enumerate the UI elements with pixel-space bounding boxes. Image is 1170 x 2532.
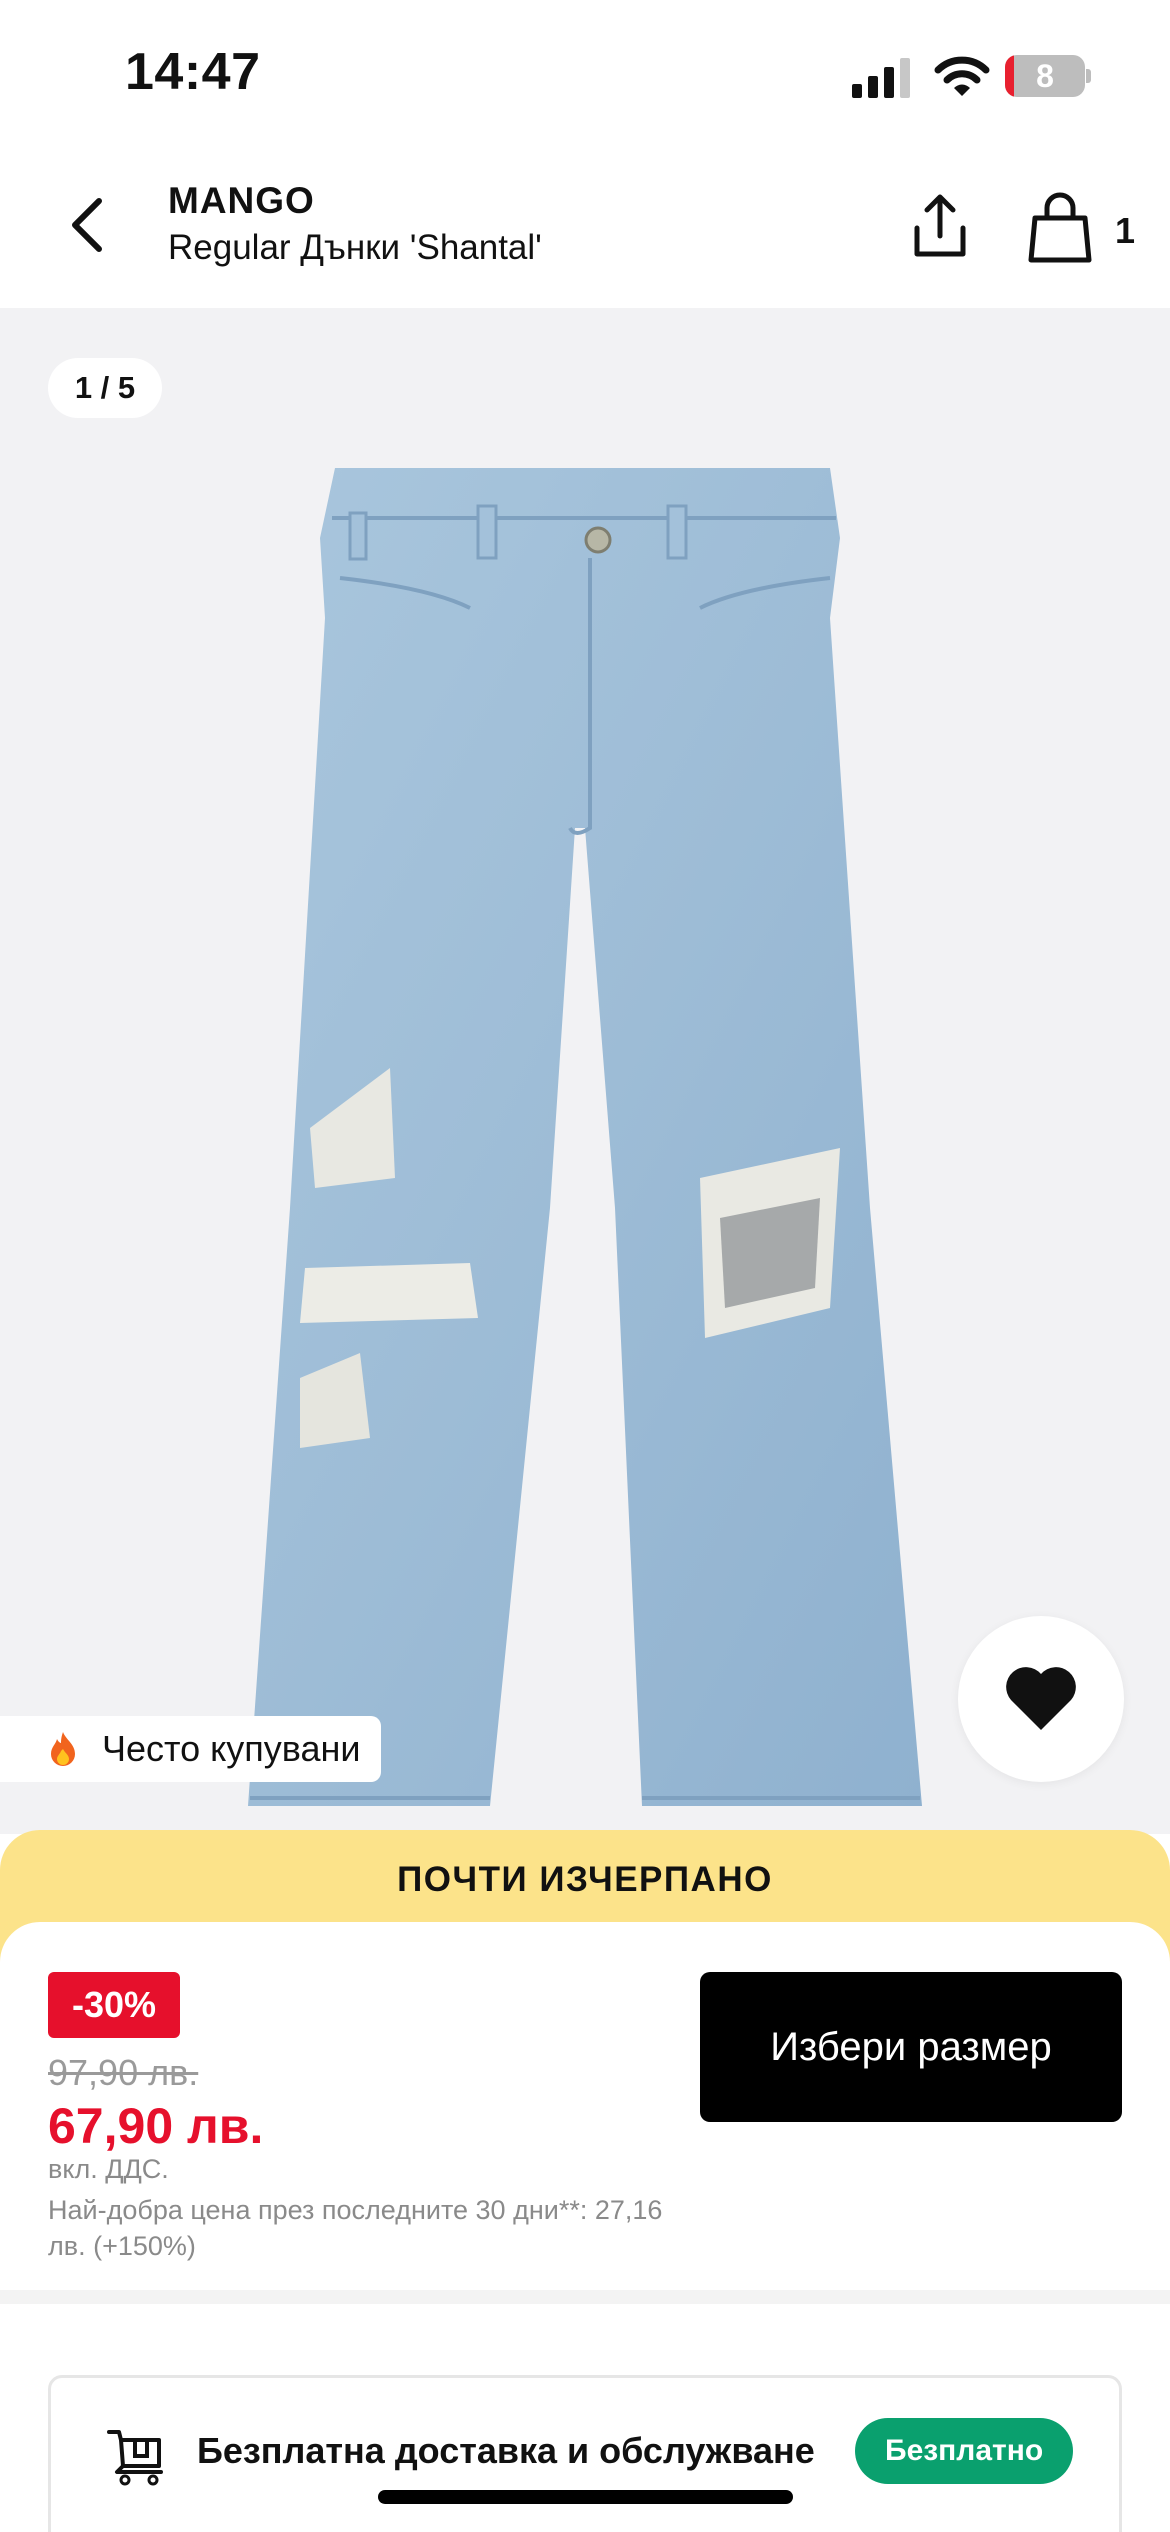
battery-level: 8: [1036, 58, 1054, 94]
section-divider: [0, 2290, 1170, 2304]
old-price: 97,90 лв.: [48, 2052, 199, 2093]
cart-count: 1: [1115, 210, 1136, 251]
battery-icon: 8: [1005, 55, 1091, 97]
shopping-bag-icon: [1028, 192, 1092, 263]
new-price: 67,90 лв.: [48, 2098, 264, 2154]
stock-banner-text: ПОЧТИ ИЗЧЕРПАНО: [397, 1860, 773, 1899]
product-image-jeans[interactable]: [0, 308, 1170, 1834]
product-title: Regular Дънки 'Shantal': [168, 228, 542, 267]
share-icon: [914, 194, 966, 257]
delivery-label: Безплатна доставка и обслужване: [197, 2430, 815, 2471]
fire-icon: [51, 1732, 75, 1766]
status-time: 14:47: [125, 43, 261, 101]
share-button[interactable]: [905, 192, 975, 262]
popular-badge-label: Често купувани: [102, 1728, 361, 1769]
back-arrow-icon: [72, 198, 102, 252]
heart-icon: [1006, 1667, 1076, 1730]
free-delivery-badge: Безплатно: [855, 2418, 1074, 2484]
back-button[interactable]: [52, 190, 122, 260]
vat-note: вкл. ДДС.: [48, 2154, 169, 2184]
select-size-button[interactable]: Избери размер: [700, 1972, 1122, 2122]
signal-icon: [852, 58, 910, 98]
buy-panel: -30% 97,90 лв. 67,90 лв. вкл. ДДС. Най-д…: [0, 1922, 1170, 2292]
best-price-note: Най-добра цена през последните 30 дни**:…: [48, 2195, 663, 2261]
discount-badge: -30%: [48, 1972, 181, 2038]
popular-badge: Често купувани: [0, 1716, 381, 1782]
home-indicator[interactable]: [378, 2490, 793, 2504]
delivery-cart-icon: [107, 2430, 163, 2486]
wifi-icon: [934, 56, 990, 96]
brand-name[interactable]: MANGO: [168, 180, 315, 222]
favorite-button[interactable]: [958, 1616, 1124, 1782]
product-header: MANGO Regular Дънки 'Shantal' 1: [0, 150, 1170, 308]
product-gallery[interactable]: 1 / 5 Често купувани: [0, 308, 1170, 1834]
status-bar: 14:47 8: [0, 0, 1170, 150]
delivery-card[interactable]: Безплатна доставка и обслужване Безплатн…: [48, 2375, 1122, 2532]
image-counter: 1 / 5: [48, 358, 162, 418]
cart-button[interactable]: 1: [1025, 188, 1135, 268]
